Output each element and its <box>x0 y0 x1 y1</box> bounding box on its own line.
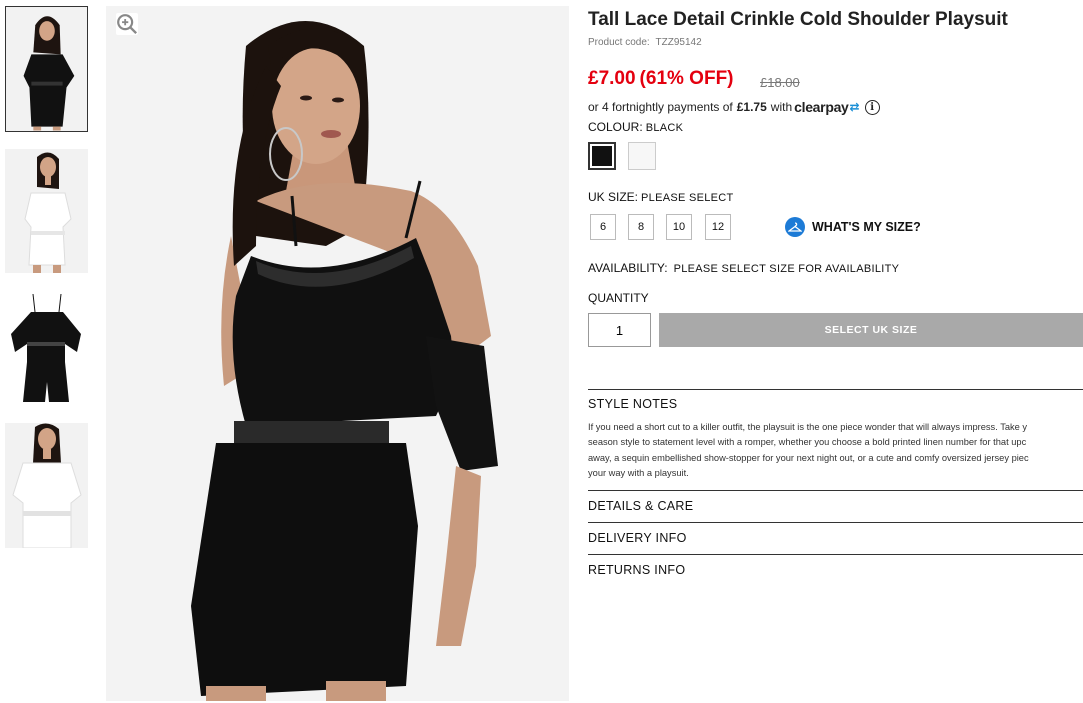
availability-value: PLEASE SELECT SIZE FOR AVAILABILITY <box>673 263 900 275</box>
divider <box>588 522 1083 523</box>
availability-label: AVAILABILITY: <box>588 261 668 275</box>
colour-label: COLOUR: BLACK <box>588 120 683 134</box>
zoom-in-icon <box>117 14 138 35</box>
availability: AVAILABILITY: PLEASE SELECT SIZE FOR AVAI… <box>588 261 899 275</box>
product-code-value: TZZ95142 <box>655 37 702 48</box>
info-icon[interactable]: i <box>864 99 880 115</box>
product-photo-black <box>5 290 88 406</box>
add-to-bag-button[interactable]: SELECT UK SIZE <box>659 313 1083 347</box>
style-notes-line: away, a sequin embellished show-stopper … <box>588 452 1029 463</box>
price: £7.00 (61% OFF) <box>588 68 734 90</box>
size-value: PLEASE SELECT <box>641 192 734 204</box>
model-photo-white-closeup <box>5 423 88 548</box>
original-price: £18.00 <box>760 75 800 90</box>
swatch-fill-black <box>592 146 612 166</box>
style-notes-line: If you need a short cut to a killer outf… <box>588 422 1028 432</box>
divider <box>588 389 1083 390</box>
discount-percent: (61% OFF) <box>639 68 734 89</box>
colour-label-text: COLOUR: <box>588 120 643 134</box>
quantity-label: QUANTITY <box>588 291 649 305</box>
size-guide-link[interactable]: WHAT'S MY SIZE? <box>785 217 921 237</box>
thumbnail-3[interactable] <box>5 290 88 406</box>
clearpay-amount: £1.75 <box>736 100 767 114</box>
model-photo-white <box>5 149 88 273</box>
product-code: Product code: TZZ95142 <box>588 37 702 48</box>
details-care-heading[interactable]: DETAILS & CARE <box>588 499 693 513</box>
product-code-label: Product code: <box>588 37 650 48</box>
zoom-button[interactable] <box>116 13 138 35</box>
style-notes-heading[interactable]: STYLE NOTES <box>588 397 677 411</box>
size-option-12[interactable]: 12 <box>705 214 731 240</box>
product-title: Tall Lace Detail Crinkle Cold Shoulder P… <box>588 9 1008 30</box>
style-notes-text: If you need a short cut to a killer outf… <box>588 420 1083 482</box>
main-product-image[interactable] <box>106 6 569 701</box>
size-option-8[interactable]: 8 <box>628 214 654 240</box>
size-label-text: UK SIZE: <box>588 190 639 204</box>
current-price: £7.00 <box>588 68 636 89</box>
thumbnail-1[interactable] <box>5 6 88 132</box>
divider <box>588 554 1083 555</box>
swatch-fill-white <box>629 143 655 169</box>
size-option-6[interactable]: 6 <box>590 214 616 240</box>
style-notes-line: your way with a playsuit. <box>588 467 689 478</box>
thumbnail-4[interactable] <box>5 423 88 548</box>
clearpay-logo: clearpay <box>794 99 849 115</box>
size-option-10[interactable]: 10 <box>666 214 692 240</box>
model-photo-black <box>6 7 87 131</box>
colour-swatch-white[interactable] <box>628 142 656 170</box>
model-photo <box>106 6 569 701</box>
delivery-info-heading[interactable]: DELIVERY INFO <box>588 531 687 545</box>
style-notes-line: season style to statement level with a r… <box>588 437 1027 448</box>
hanger-icon <box>785 217 805 237</box>
returns-info-heading[interactable]: RETURNS INFO <box>588 563 685 577</box>
thumbnail-2[interactable] <box>5 149 88 273</box>
clearpay-arrows-icon: ⇄ <box>849 100 860 114</box>
size-guide-label: WHAT'S MY SIZE? <box>812 220 921 234</box>
quantity-input[interactable] <box>588 313 651 347</box>
clearpay-suffix: with <box>770 100 793 114</box>
colour-value: BLACK <box>645 122 684 134</box>
clearpay-message: or 4 fortnightly payments of £1.75 with … <box>588 99 880 115</box>
clearpay-prefix: or 4 fortnightly payments of <box>588 100 733 114</box>
colour-swatch-black[interactable] <box>588 142 616 170</box>
size-label: UK SIZE: PLEASE SELECT <box>588 190 734 204</box>
divider <box>588 490 1083 491</box>
